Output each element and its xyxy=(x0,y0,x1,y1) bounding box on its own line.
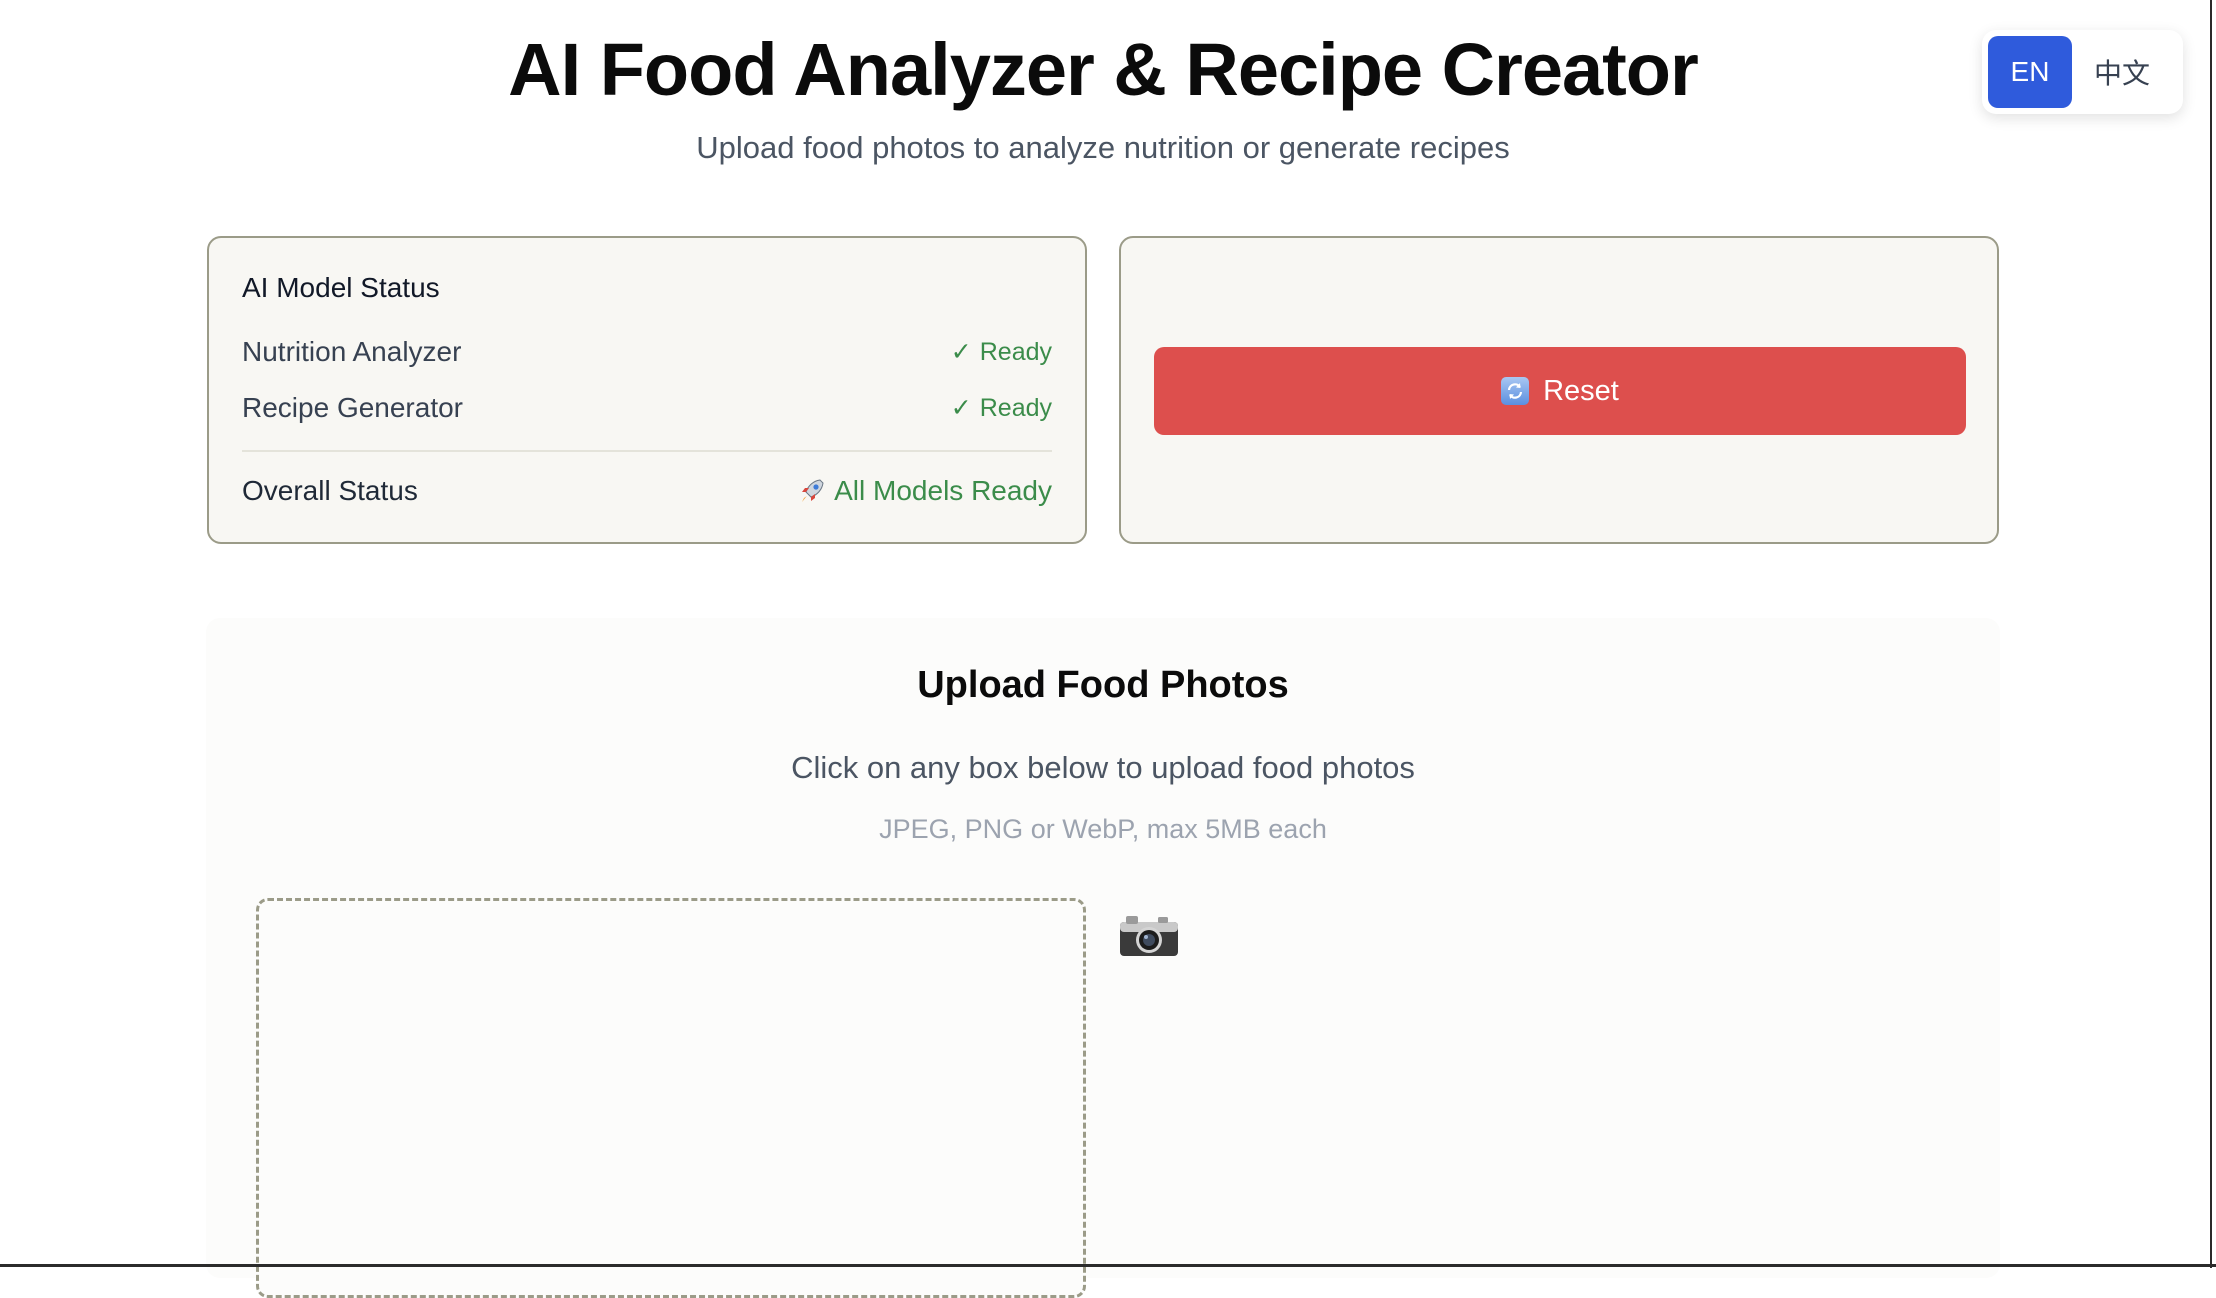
check-icon: ✓ xyxy=(950,338,972,366)
status-divider xyxy=(242,450,1052,452)
overall-status-value: All Models Ready xyxy=(798,475,1052,507)
status-label-nutrition: Nutrition Analyzer xyxy=(242,336,462,367)
reset-button[interactable]: Reset xyxy=(1154,347,1966,435)
upload-title: Upload Food Photos xyxy=(917,664,1289,706)
refresh-icon xyxy=(1501,377,1530,405)
status-text-nutrition: Ready xyxy=(979,337,1052,366)
window-edge-bottom xyxy=(0,1264,2216,1267)
model-status-card: AI Model Status Nutrition Analyzer ✓ Rea… xyxy=(207,236,1087,544)
language-option-en[interactable]: EN xyxy=(1988,36,2072,108)
page: AI Food Analyzer & Recipe Creator Upload… xyxy=(0,0,2216,1298)
check-icon: ✓ xyxy=(950,394,972,422)
status-value-nutrition: ✓ Ready xyxy=(951,337,1052,367)
language-switcher: EN 中文 xyxy=(1982,30,2183,114)
status-value-recipe: ✓ Ready xyxy=(951,393,1052,423)
upload-section: Upload Food Photos Click on any box belo… xyxy=(206,618,2000,1298)
model-status-heading: AI Model Status xyxy=(242,272,440,303)
reset-label: Reset xyxy=(1543,374,1619,407)
rocket-icon xyxy=(802,479,824,502)
language-option-zh[interactable]: 中文 xyxy=(2072,36,2172,108)
overall-status-text: All Models Ready xyxy=(834,475,1052,506)
status-row-recipe: Recipe Generator ✓ Ready xyxy=(242,380,1052,436)
status-text-recipe: Ready xyxy=(979,393,1052,422)
window-edge-right xyxy=(2210,0,2212,1268)
page-title: AI Food Analyzer & Recipe Creator xyxy=(508,28,1699,111)
actions-card: Reset xyxy=(1119,236,1999,544)
status-row-nutrition: Nutrition Analyzer ✓ Ready xyxy=(242,324,1052,380)
upload-instruction: Click on any box below to upload food ph… xyxy=(791,750,1415,785)
upload-formats: JPEG, PNG or WebP, max 5MB each xyxy=(879,814,1327,844)
overall-status-label: Overall Status xyxy=(242,475,418,506)
overall-status-row: Overall Status All Models Ready xyxy=(242,466,1052,516)
camera-icon[interactable] xyxy=(1118,912,1180,958)
status-label-recipe: Recipe Generator xyxy=(242,392,464,423)
page-subtitle: Upload food photos to analyze nutrition … xyxy=(696,130,1510,165)
upload-dropzone[interactable] xyxy=(256,898,1086,1298)
